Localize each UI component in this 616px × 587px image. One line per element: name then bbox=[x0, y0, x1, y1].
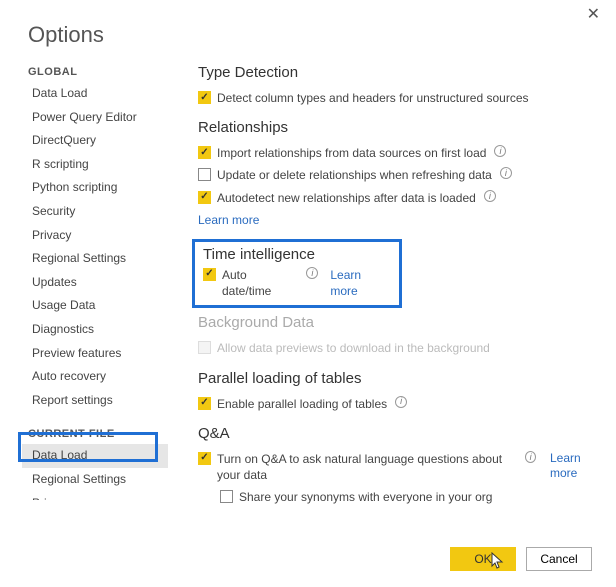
label-qa-enable: Turn on Q&A to ask natural language ques… bbox=[217, 451, 517, 483]
label-background-data: Allow data previews to download in the b… bbox=[217, 340, 490, 356]
checkbox-autodetect-relationships[interactable] bbox=[198, 191, 211, 204]
sidebar-item-global-auto-recovery[interactable]: Auto recovery bbox=[22, 365, 168, 389]
label-detect-column-types: Detect column types and headers for unst… bbox=[217, 90, 529, 106]
checkbox-qa-share-synonyms[interactable] bbox=[220, 490, 233, 503]
info-icon[interactable] bbox=[395, 396, 407, 408]
checkbox-update-relationships[interactable] bbox=[198, 168, 211, 181]
sidebar-item-usage-data[interactable]: Usage Data bbox=[22, 294, 168, 318]
section-background-data-title: Background Data bbox=[198, 314, 596, 331]
label-auto-date-time: Auto date/time bbox=[222, 267, 298, 299]
section-type-detection-title: Type Detection bbox=[198, 64, 596, 81]
sidebar-item-cf-data-load[interactable]: Data Load bbox=[22, 444, 168, 468]
sidebar-item-preview-features[interactable]: Preview features bbox=[22, 342, 168, 366]
sidebar-item-global-data-load[interactable]: Data Load bbox=[22, 82, 168, 106]
checkbox-detect-column-types[interactable] bbox=[198, 91, 211, 104]
sidebar[interactable]: GLOBAL Data Load Power Query Editor Dire… bbox=[22, 60, 172, 500]
sidebar-item-diagnostics[interactable]: Diagnostics bbox=[22, 318, 168, 342]
ok-button-label: OK bbox=[474, 552, 491, 566]
sidebar-item-updates[interactable]: Updates bbox=[22, 271, 168, 295]
options-content: Type Detection Detect column types and h… bbox=[172, 60, 616, 537]
sidebar-item-cf-regional[interactable]: Regional Settings bbox=[22, 468, 168, 492]
info-icon[interactable] bbox=[484, 190, 496, 202]
highlight-time-intelligence: Time intelligence Auto date/time Learn m… bbox=[192, 239, 402, 308]
label-import-relationships: Import relationships from data sources o… bbox=[217, 145, 486, 161]
checkbox-qa-enable[interactable] bbox=[198, 452, 211, 465]
checkbox-auto-date-time[interactable] bbox=[203, 268, 216, 281]
section-relationships-title: Relationships bbox=[198, 119, 596, 136]
sidebar-item-power-query-editor[interactable]: Power Query Editor bbox=[22, 106, 168, 130]
sidebar-heading-current-file: CURRENT FILE bbox=[22, 422, 168, 444]
info-icon[interactable] bbox=[494, 145, 506, 157]
sidebar-item-directquery[interactable]: DirectQuery bbox=[22, 129, 168, 153]
checkbox-parallel-loading[interactable] bbox=[198, 397, 211, 410]
label-update-relationships: Update or delete relationships when refr… bbox=[217, 167, 492, 183]
checkbox-background-data bbox=[198, 341, 211, 354]
checkbox-import-relationships[interactable] bbox=[198, 146, 211, 159]
dialog-title: Options bbox=[0, 0, 616, 60]
sidebar-item-global-regional[interactable]: Regional Settings bbox=[22, 247, 168, 271]
sidebar-item-report-settings[interactable]: Report settings bbox=[22, 389, 168, 413]
info-icon[interactable] bbox=[525, 451, 536, 463]
section-time-intelligence-title: Time intelligence bbox=[203, 246, 391, 263]
ok-button[interactable]: OK bbox=[450, 547, 516, 571]
sidebar-item-cf-privacy[interactable]: Privacy bbox=[22, 492, 168, 501]
link-relationships-learn-more[interactable]: Learn more bbox=[198, 212, 259, 228]
label-parallel-loading: Enable parallel loading of tables bbox=[217, 396, 387, 412]
info-icon[interactable] bbox=[500, 167, 512, 179]
link-qa-learn-more[interactable]: Learn more bbox=[550, 451, 590, 482]
close-button[interactable]: ✕ bbox=[581, 6, 606, 24]
label-autodetect-relationships: Autodetect new relationships after data … bbox=[217, 190, 476, 206]
link-time-intel-learn-more[interactable]: Learn more bbox=[330, 267, 391, 299]
cancel-button[interactable]: Cancel bbox=[526, 547, 592, 571]
section-qa-title: Q&A bbox=[198, 425, 596, 442]
info-icon[interactable] bbox=[306, 267, 318, 279]
sidebar-item-python-scripting[interactable]: Python scripting bbox=[22, 176, 168, 200]
sidebar-item-r-scripting[interactable]: R scripting bbox=[22, 153, 168, 177]
sidebar-item-global-privacy[interactable]: Privacy bbox=[22, 224, 168, 248]
section-parallel-title: Parallel loading of tables bbox=[198, 370, 596, 387]
label-qa-share-synonyms: Share your synonyms with everyone in you… bbox=[239, 489, 492, 505]
sidebar-heading-global: GLOBAL bbox=[22, 60, 168, 82]
cursor-icon bbox=[491, 552, 505, 570]
sidebar-item-security[interactable]: Security bbox=[22, 200, 168, 224]
